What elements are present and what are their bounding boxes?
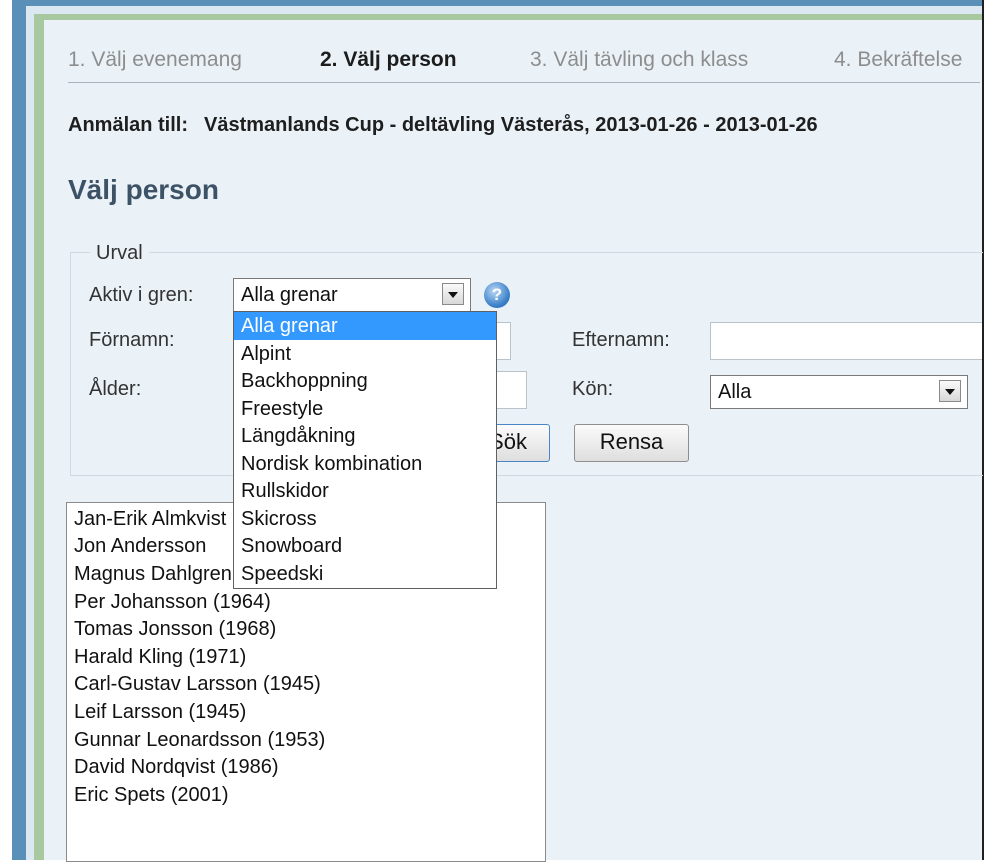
list-item[interactable]: Harald Kling (1971)	[74, 646, 246, 669]
branch-option[interactable]: Speedski	[234, 560, 496, 588]
branch-option[interactable]: Längdåkning	[234, 422, 496, 450]
branch-select[interactable]: Alla grenar	[233, 278, 471, 312]
branch-option[interactable]: Alpint	[234, 340, 496, 368]
window-right-edge	[982, 0, 1000, 860]
filter-legend: Urval	[90, 242, 149, 265]
list-item[interactable]: Carl-Gustav Larsson (1945)	[74, 673, 321, 696]
list-item[interactable]: Per Johansson (1964)	[74, 591, 271, 614]
list-item[interactable]: Magnus Dahlgren	[74, 563, 232, 586]
wizard-steps: 1. Välj evenemang 2. Välj person 3. Välj…	[68, 46, 980, 83]
gender-select[interactable]: Alla	[710, 375, 968, 409]
list-item[interactable]: Jan-Erik Almkvist	[74, 508, 226, 531]
chevron-down-icon[interactable]	[442, 283, 464, 305]
branch-option[interactable]: Alla grenar	[234, 312, 496, 340]
branch-label: Aktiv i gren:	[89, 284, 194, 306]
branch-option[interactable]: Skicross	[234, 505, 496, 533]
branch-option[interactable]: Backhoppning	[234, 367, 496, 395]
step-2-choose-person: 2. Välj person	[320, 48, 457, 71]
step-4-confirmation[interactable]: 4. Bekräftelse	[834, 48, 962, 72]
registration-info: Anmälan till: Västmanlands Cup - deltävli…	[68, 114, 818, 137]
age-label: Ålder:	[89, 378, 142, 400]
clear-button[interactable]: Rensa	[574, 424, 689, 462]
list-item[interactable]: Jon Andersson	[74, 535, 206, 558]
list-item[interactable]: Gunnar Leonardsson (1953)	[74, 729, 325, 752]
firstname-label: Förnamn:	[89, 329, 175, 351]
step-3-choose-competition[interactable]: 3. Välj tävling och klass	[530, 48, 748, 72]
registration-event: Västmanlands Cup - deltävling Västerås, …	[204, 114, 818, 136]
branch-option[interactable]: Nordisk kombination	[234, 450, 496, 478]
branch-select-value: Alla grenar	[241, 284, 338, 306]
list-item[interactable]: Leif Larsson (1945)	[74, 701, 246, 724]
branch-option[interactable]: Freestyle	[234, 395, 496, 423]
step-1-choose-event[interactable]: 1. Välj evenemang	[68, 48, 242, 72]
registration-label: Anmälan till:	[68, 114, 189, 136]
lastname-input[interactable]	[710, 322, 982, 360]
list-item[interactable]: Tomas Jonsson (1968)	[74, 618, 276, 641]
branch-option[interactable]: Rullskidor	[234, 477, 496, 505]
gender-select-value: Alla	[718, 381, 752, 403]
lastname-label: Efternamn:	[572, 329, 670, 351]
list-item[interactable]: David Nordqvist (1986)	[74, 756, 279, 779]
branch-option[interactable]: Snowboard	[234, 532, 496, 560]
branch-dropdown-list[interactable]: Alla grenar Alpint Backhoppning Freestyl…	[233, 311, 497, 589]
gender-label: Kön:	[572, 378, 614, 400]
help-icon[interactable]: ?	[484, 282, 510, 308]
list-item[interactable]: Eric Spets (2001)	[74, 784, 229, 807]
page-title: Välj person	[68, 174, 219, 205]
chevron-down-icon[interactable]	[939, 380, 961, 402]
